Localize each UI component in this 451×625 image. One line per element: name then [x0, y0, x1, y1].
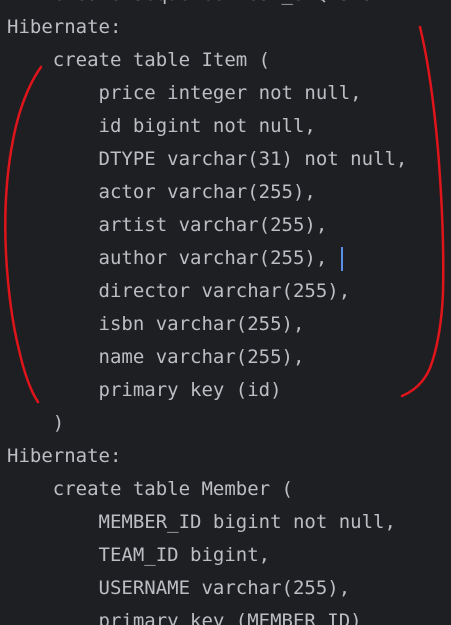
console-line: Hibernate: [7, 445, 133, 467]
console-line: primary key (id) [7, 379, 282, 401]
console-line: create table Member ( [7, 478, 293, 500]
console-line: TEAM_ID bigint, [7, 544, 271, 566]
text-caret [341, 247, 343, 271]
console-output[interactable]: create sequence Team_SEQ start with 1 in… [0, 0, 451, 625]
console-line: ) [7, 412, 65, 434]
console-line: price integer not null, [7, 82, 362, 104]
console-line: director varchar(255), [7, 280, 351, 302]
right-parenthesis-mark [400, 25, 445, 398]
console-line: Hibernate: [7, 16, 133, 38]
console-line: name varchar(255), [7, 346, 305, 368]
console-line: USERNAME varchar(255), [7, 577, 351, 599]
console-line: artist varchar(255), [7, 214, 328, 236]
console-line: author varchar(255), [7, 247, 328, 269]
console-line: primary key (MEMBER_ID) [7, 610, 362, 625]
console-line: id bigint not null, [7, 115, 316, 137]
console-line: create sequence Team_SEQ start with 1 in… [7, 0, 451, 11]
console-line: create table Item ( [7, 49, 271, 71]
console-line: MEMBER_ID bigint not null, [7, 511, 396, 533]
console-line: actor varchar(255), [7, 181, 316, 203]
console-line: isbn varchar(255), [7, 313, 305, 335]
console-line: DTYPE varchar(31) not null, [7, 148, 408, 170]
